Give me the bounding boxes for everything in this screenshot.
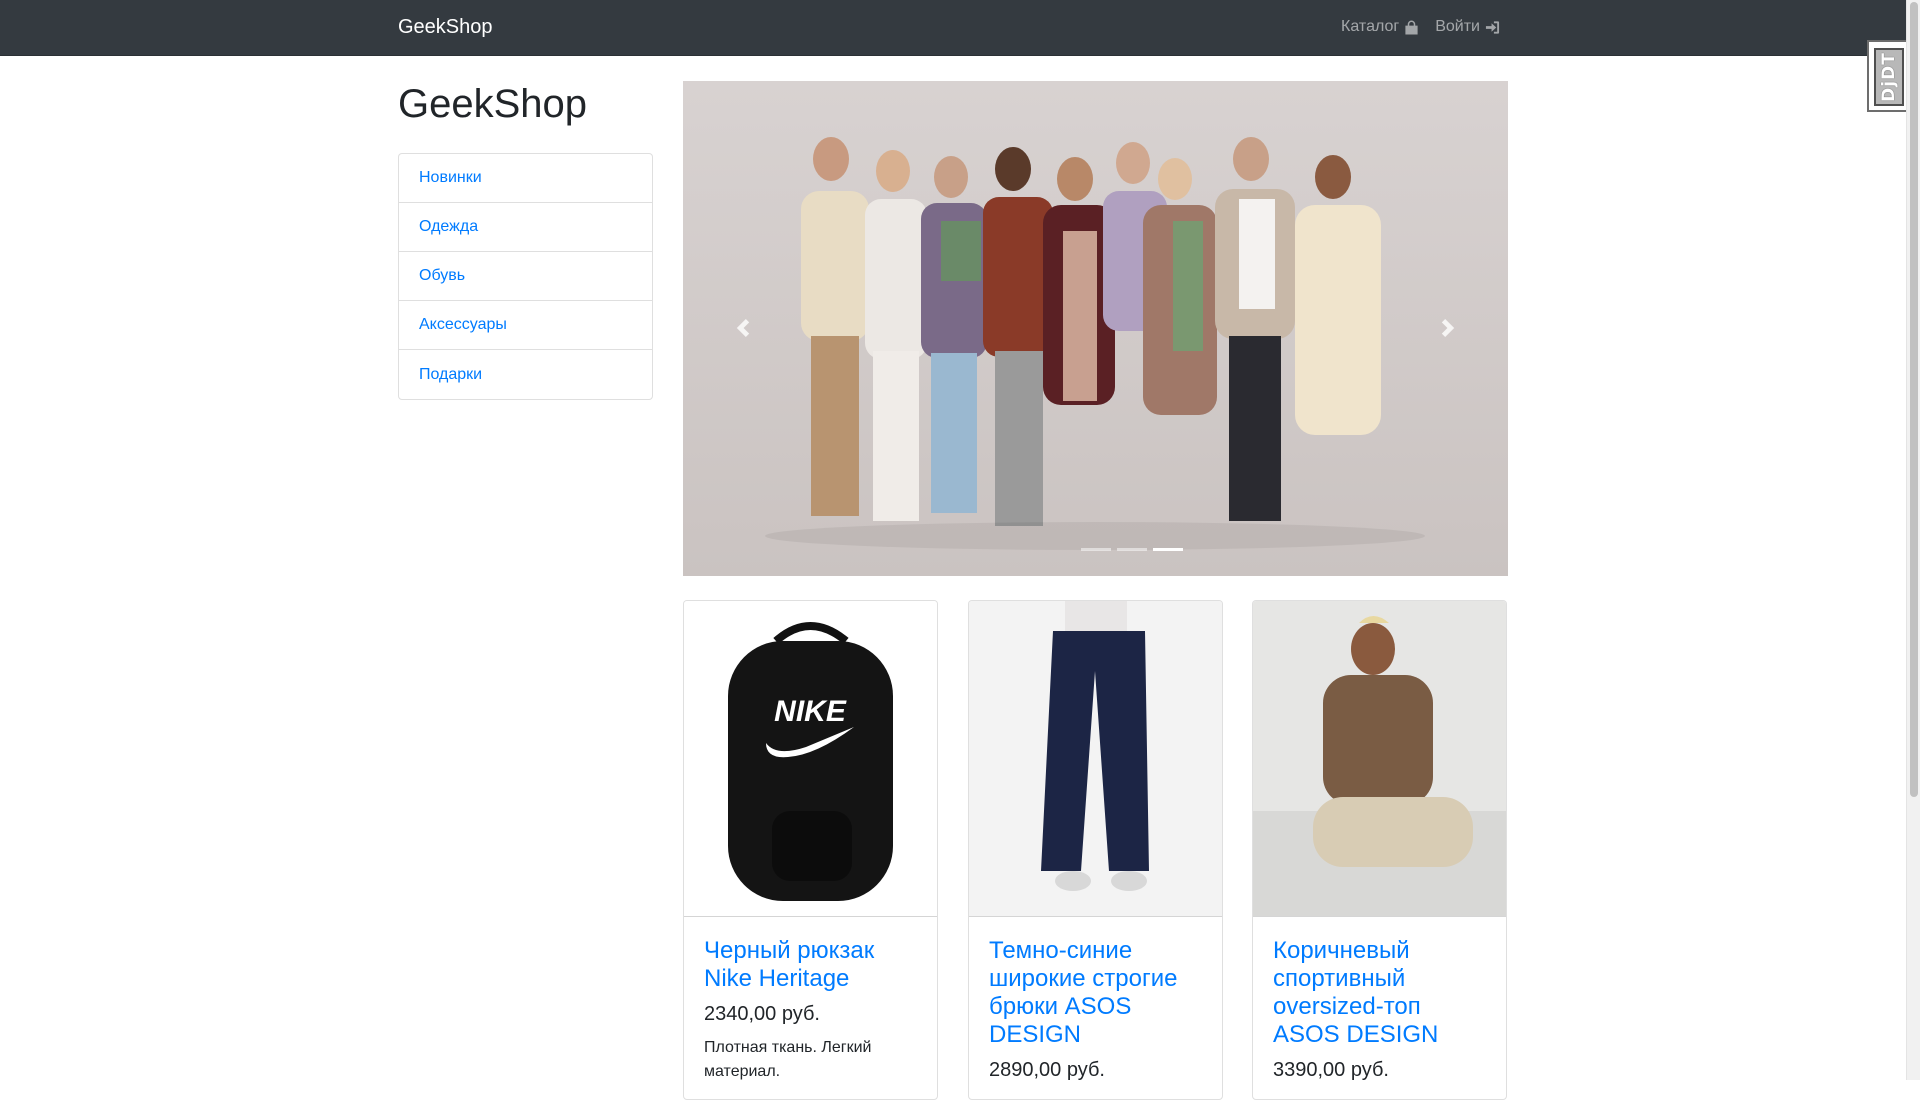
product-card: Темно-синие широкие строгие брюки ASOS D… <box>968 600 1223 1100</box>
trousers-image <box>969 601 1222 916</box>
product-price: 3390,00 руб. <box>1273 1059 1389 1081</box>
product-title-link[interactable]: Темно-синие широкие строгие брюки ASOS D… <box>989 937 1202 1049</box>
product-card: Коричневый спортивный oversized-топ ASOS… <box>1252 600 1507 1100</box>
carousel-indicators <box>683 548 1508 551</box>
nav-link-login-label: Войти <box>1435 18 1480 35</box>
backpack-image: NIKE <box>684 601 937 916</box>
category-item-clothes[interactable]: Одежда <box>399 203 652 252</box>
product-title-link[interactable]: Черный рюкзак Nike Heritage <box>704 937 917 993</box>
page-title: GeekShop <box>398 82 588 126</box>
brand-link[interactable]: GeekShop <box>398 16 493 39</box>
nav-link-catalog[interactable]: Каталог <box>1341 18 1419 36</box>
category-item-accessories[interactable]: Аксессуары <box>399 301 652 350</box>
debug-toolbar-logo: DjDT <box>1874 48 1904 106</box>
product-description: Плотная ткань. Легкий материал. <box>704 1039 872 1080</box>
product-image[interactable] <box>969 601 1222 917</box>
debug-toolbar-handle[interactable]: DjDT <box>1867 40 1907 112</box>
carousel-image-group-photo <box>683 81 1508 576</box>
product-image[interactable] <box>1253 601 1506 917</box>
top-navbar: GeekShop Каталог Войти <box>0 0 1906 56</box>
category-item-gifts[interactable]: Подарки <box>399 350 652 399</box>
hero-carousel <box>683 81 1508 576</box>
carousel-indicator-1[interactable] <box>1080 548 1111 551</box>
product-card-body: Коричневый спортивный oversized-топ ASOS… <box>1253 917 1506 1099</box>
carousel-next-button[interactable] <box>1430 310 1466 346</box>
category-list: Новинки Одежда Обувь Аксессуары Подарки <box>398 153 653 400</box>
product-title-link[interactable]: Коричневый спортивный oversized-топ ASOS… <box>1273 937 1486 1049</box>
category-item-new[interactable]: Новинки <box>399 154 652 203</box>
chevron-right-icon <box>1441 319 1455 337</box>
carousel-indicator-3[interactable] <box>1152 548 1183 551</box>
product-price: 2340,00 руб. <box>704 1003 820 1025</box>
nav-links: Каталог Войти <box>1341 18 1500 36</box>
nav-link-login[interactable]: Войти <box>1435 18 1500 36</box>
product-card-body: Черный рюкзак Nike Heritage 2340,00 руб.… <box>684 917 937 1099</box>
product-price: 2890,00 руб. <box>989 1059 1105 1081</box>
page-scrollbar[interactable] <box>1906 0 1920 1080</box>
nav-link-catalog-label: Каталог <box>1341 18 1400 35</box>
category-item-shoes[interactable]: Обувь <box>399 252 652 301</box>
sign-in-icon <box>1485 20 1500 34</box>
carousel-prev-button[interactable] <box>725 310 761 346</box>
chevron-left-icon <box>736 319 750 337</box>
carousel-indicator-2[interactable] <box>1116 548 1147 551</box>
svg-text:NIKE: NIKE <box>774 695 847 728</box>
product-image[interactable]: NIKE <box>684 601 937 917</box>
shopping-bag-icon <box>1405 19 1418 35</box>
scrollbar-thumb[interactable] <box>1910 2 1918 797</box>
debug-toolbar-label: DjDT <box>1879 52 1899 102</box>
product-card-body: Темно-синие широкие строгие брюки ASOS D… <box>969 917 1222 1099</box>
product-card: NIKE Черный рюкзак Nike Heritage 2340,00… <box>683 600 938 1100</box>
brown-top-image <box>1253 601 1506 916</box>
